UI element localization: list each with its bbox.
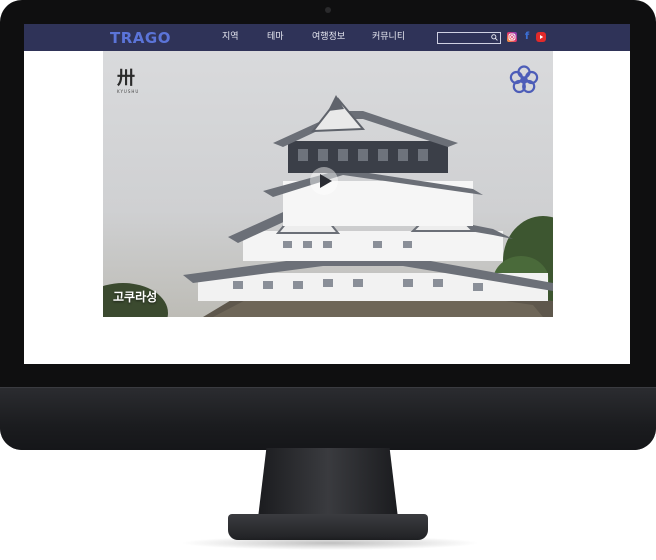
flower-emblem-icon	[509, 65, 539, 94]
nav-item-region[interactable]: 지역	[222, 31, 239, 43]
youtube-icon[interactable]	[536, 32, 546, 42]
brand-subtitle: KYUSHU	[117, 89, 140, 94]
search-icon[interactable]	[491, 34, 498, 41]
brand-mark: 卅	[117, 68, 135, 89]
facebook-icon[interactable]: f	[522, 32, 532, 42]
monitor-frame: TRAGO 지역 테마 여행정보 커뮤니티 f 卅 KYUSHU 고쿠라성	[0, 0, 656, 450]
site-logo[interactable]: TRAGO	[110, 28, 171, 48]
nav-item-community[interactable]: 커뮤니티	[372, 31, 405, 43]
play-icon[interactable]	[309, 166, 339, 196]
screen: TRAGO 지역 테마 여행정보 커뮤니티 f 卅 KYUSHU 고쿠라성	[24, 24, 630, 364]
monitor-chin	[0, 387, 656, 450]
monitor-stand	[258, 448, 398, 518]
top-navbar: TRAGO 지역 테마 여행정보 커뮤니티 f	[24, 24, 630, 51]
stand-shadow	[180, 536, 480, 550]
search-input[interactable]	[437, 32, 501, 44]
hero-video[interactable]: 卅 KYUSHU 고쿠라성	[103, 51, 553, 317]
webcam	[325, 7, 331, 13]
video-caption: 고쿠라성	[113, 290, 158, 304]
nav-item-travel-info[interactable]: 여행정보	[312, 31, 345, 43]
instagram-icon[interactable]	[507, 32, 517, 42]
nav-item-theme[interactable]: 테마	[267, 31, 284, 43]
